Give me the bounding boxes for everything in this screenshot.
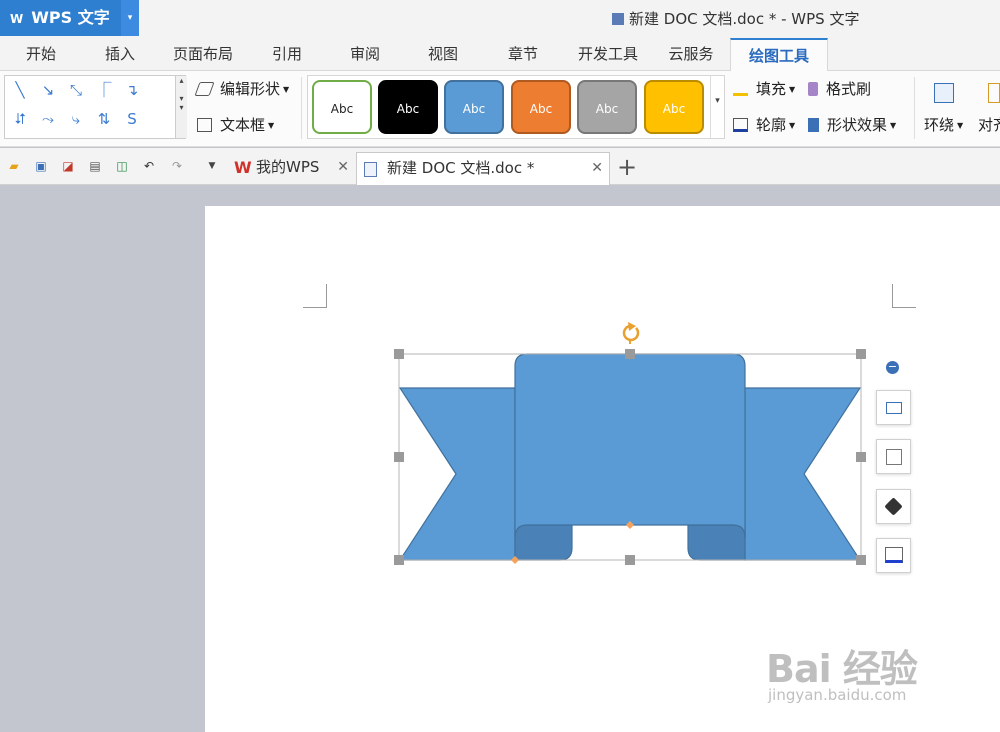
- baidu-jingyan-logo: Bai 经验: [766, 647, 918, 691]
- fill-side-button[interactable]: [876, 489, 911, 524]
- outline-side-button[interactable]: [876, 538, 911, 573]
- banner-left-tail[interactable]: [398, 387, 516, 561]
- collapse-toolbar-icon[interactable]: −: [886, 361, 899, 374]
- resize-handle[interactable]: [625, 349, 635, 359]
- rotate-handle-icon[interactable]: [622, 322, 640, 342]
- baidu-watermark: Bai 经验 jingyan.baidu.com: [762, 622, 992, 712]
- resize-handle[interactable]: [394, 555, 404, 565]
- resize-handle[interactable]: [625, 555, 635, 565]
- outline-pen-icon: [884, 547, 903, 563]
- edit-shape-side-button[interactable]: [876, 439, 911, 474]
- banner-left-fold: [514, 524, 573, 561]
- edit-pen-icon: [885, 449, 902, 465]
- resize-handle[interactable]: [394, 452, 404, 462]
- watermark-url: jingyan.baidu.com: [768, 686, 907, 704]
- resize-handle[interactable]: [394, 349, 404, 359]
- paint-bucket-icon: [884, 497, 903, 516]
- banner-right-tail[interactable]: [744, 387, 862, 561]
- layout-options-icon: [885, 402, 902, 414]
- banner-center-panel[interactable]: [514, 353, 746, 539]
- resize-handle[interactable]: [856, 452, 866, 462]
- layout-options-button[interactable]: [876, 390, 911, 425]
- banner-right-fold: [687, 524, 746, 561]
- resize-handle[interactable]: [856, 555, 866, 565]
- resize-handle[interactable]: [856, 349, 866, 359]
